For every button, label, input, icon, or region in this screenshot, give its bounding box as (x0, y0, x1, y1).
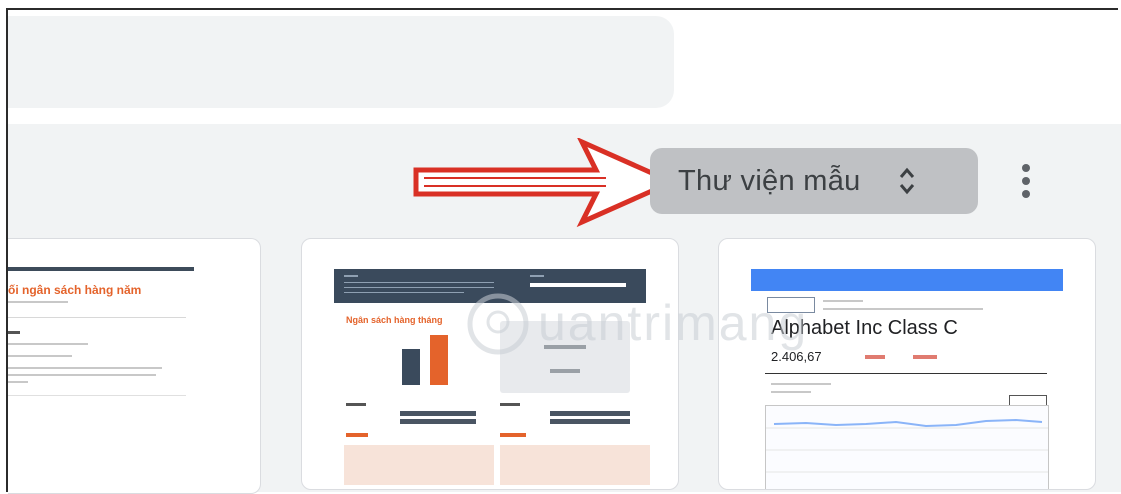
stock-line-chart (765, 405, 1049, 489)
annotation-arrow-icon (413, 138, 679, 228)
chart-bar-expense (430, 335, 448, 385)
header-banner (334, 269, 646, 303)
stock-price: 2.406,67 (771, 349, 822, 364)
template-card-monthly-budget[interactable]: Ngân sách hàng tháng (301, 238, 679, 490)
window-top-border (6, 8, 1118, 10)
template-gallery-button[interactable]: Thư viện mẫu (650, 148, 978, 214)
income-table (500, 445, 650, 485)
more-options-icon[interactable] (1014, 164, 1038, 202)
unfold-chevron-icon (899, 167, 914, 195)
template-title: Ngân sách hàng tháng (346, 315, 443, 325)
chart-bar-income (402, 349, 420, 385)
ticker-box (767, 297, 815, 313)
summary-box (500, 321, 630, 393)
template-gallery-label: Thư viện mẫu (678, 164, 861, 197)
template-title: ối ngân sách hàng năm (8, 283, 142, 297)
search-bar[interactable] (8, 16, 674, 108)
template-card-stock-tracker[interactable]: Alphabet Inc Class C 2.406,67 (718, 238, 1096, 490)
header-banner (751, 269, 1063, 291)
template-card-annual-budget[interactable]: ối ngân sách hàng năm (8, 238, 261, 494)
header-bar (8, 267, 194, 271)
template-title: Alphabet Inc Class C (771, 317, 958, 339)
expense-table (344, 445, 494, 485)
